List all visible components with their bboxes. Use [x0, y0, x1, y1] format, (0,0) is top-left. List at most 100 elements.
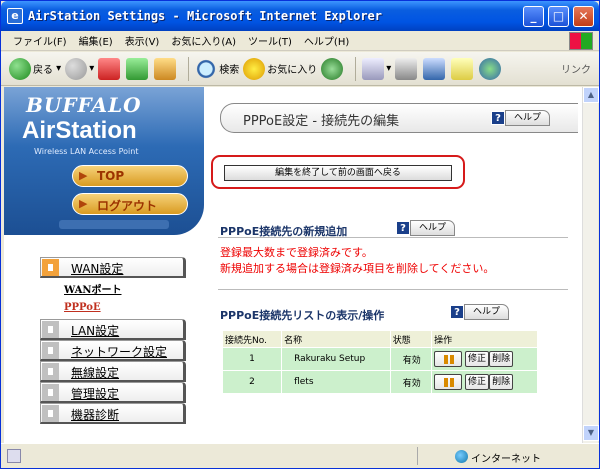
- back-button[interactable]: 戻る ▾: [9, 57, 61, 80]
- links-label[interactable]: リンク: [561, 61, 591, 76]
- printer-icon: [395, 57, 418, 80]
- edit-page-button[interactable]: [423, 57, 447, 80]
- toolbar: 戻る ▾ ▾ 検索 お気に入り ▾: [1, 52, 599, 86]
- minimize-button[interactable]: _: [523, 6, 544, 27]
- ie-icon: e: [7, 8, 23, 24]
- home-button[interactable]: [154, 57, 178, 80]
- sidebar: BUFFALO AirStation Wireless LAN Access P…: [4, 87, 204, 443]
- back-label: 戻る: [33, 65, 53, 76]
- page-title: PPPoE設定 - 接続先の編集: [243, 114, 400, 129]
- stop-button[interactable]: [98, 57, 122, 80]
- row-no: 1: [223, 348, 282, 370]
- menu-bar: ファイル(F) 編集(E) 表示(V) お気に入り(A) ツール(T) ヘルプ(…: [1, 31, 599, 51]
- row-name: Rakuraku Setup: [282, 348, 390, 370]
- menu-help[interactable]: ヘルプ(H): [298, 33, 355, 48]
- top-label: TOP: [97, 169, 125, 183]
- arrow-icon: [42, 384, 59, 401]
- buffalo-logo: BUFFALO: [26, 93, 142, 117]
- menu-favorites[interactable]: お気に入り(A): [165, 33, 242, 48]
- row-status: 有効: [390, 348, 432, 370]
- title-bar[interactable]: e AirStation Settings - Microsoft Intern…: [1, 1, 599, 31]
- arrow-icon: ▶: [79, 169, 88, 182]
- toolbar-separator: [188, 56, 190, 81]
- nav-diagnostics-label: 機器診断: [71, 408, 120, 422]
- arrow-icon: [42, 259, 59, 276]
- nav-wan-label: WAN設定: [71, 262, 124, 276]
- messenger-button[interactable]: [479, 57, 503, 80]
- star-icon: [243, 57, 266, 80]
- menu-edit[interactable]: 編集(E): [73, 33, 119, 48]
- mail-icon: [362, 57, 385, 80]
- discuss-button[interactable]: [451, 57, 475, 80]
- toolbar-separator: [355, 56, 357, 81]
- favorites-button[interactable]: お気に入り: [243, 57, 318, 80]
- logout-button[interactable]: ▶ ログアウト: [72, 193, 188, 215]
- nav-lan[interactable]: LAN設定: [40, 319, 186, 340]
- col-status: 状態: [390, 331, 432, 347]
- print-button[interactable]: [395, 57, 419, 80]
- table-header-row: 接続先No. 名称 状態 操作: [223, 331, 537, 347]
- menu-file[interactable]: ファイル(F): [7, 33, 73, 48]
- main-content: PPPoE設定 - 接続先の編集 ? ヘルプ 編集を終了して前の画面へ戻る PP…: [204, 87, 582, 443]
- menu-tools[interactable]: ツール(T): [242, 33, 298, 48]
- forward-button[interactable]: ▾: [65, 57, 94, 80]
- col-no: 接続先No.: [223, 331, 282, 347]
- col-name: 名称: [282, 331, 390, 347]
- back-to-previous-button[interactable]: 編集を終了して前の画面へ戻る: [224, 165, 452, 181]
- edit-button[interactable]: 修正: [465, 351, 490, 367]
- nav-wan-port[interactable]: WANポート: [64, 281, 122, 296]
- favorites-label: お気に入り: [267, 65, 318, 76]
- help-button[interactable]: ? ヘルプ: [491, 110, 551, 126]
- arrow-icon: [42, 321, 59, 338]
- refresh-button[interactable]: [126, 57, 150, 80]
- mail-button[interactable]: ▾: [362, 57, 391, 80]
- search-button[interactable]: 検索: [195, 57, 239, 80]
- nav-pppoe[interactable]: PPPoE: [64, 302, 101, 313]
- delete-button[interactable]: 削除: [489, 374, 514, 390]
- help-label: ヘルプ: [505, 110, 551, 126]
- messenger-icon: [479, 57, 502, 80]
- menu-view[interactable]: 表示(V): [119, 33, 166, 48]
- scroll-down-icon[interactable]: ▼: [583, 425, 599, 441]
- forward-arrow-icon: [65, 57, 88, 80]
- table-row: 1 Rakuraku Setup 有効 修正 削除: [223, 348, 537, 370]
- help-button[interactable]: ? ヘルプ: [396, 220, 456, 236]
- delete-button[interactable]: 削除: [489, 351, 514, 367]
- history-button[interactable]: [321, 57, 345, 80]
- help-label: ヘルプ: [410, 220, 456, 236]
- arrow-icon: [42, 405, 59, 422]
- nav-wan[interactable]: WAN設定: [40, 257, 186, 278]
- maximize-button[interactable]: □: [548, 6, 569, 27]
- vertical-scrollbar[interactable]: ▲ ▼: [582, 87, 599, 443]
- alert-message-2: 新規追加する場合は登録済み項目を削除してください。: [220, 262, 495, 275]
- pause-button[interactable]: [434, 351, 463, 367]
- top-button[interactable]: ▶ TOP: [72, 165, 188, 187]
- page-header: PPPoE設定 - 接続先の編集 ? ヘルプ: [220, 103, 578, 133]
- row-no: 2: [223, 371, 282, 393]
- history-icon: [321, 57, 344, 80]
- question-icon: ?: [450, 305, 464, 319]
- list-section-title: PPPoE接続先リストの表示/操作: [220, 309, 385, 322]
- help-button[interactable]: ? ヘルプ: [450, 304, 510, 320]
- edit-button[interactable]: 修正: [465, 374, 490, 390]
- section-divider: [218, 289, 568, 290]
- nav-admin[interactable]: 管理設定: [40, 382, 186, 403]
- browser-window: e AirStation Settings - Microsoft Intern…: [0, 0, 600, 469]
- windows-flag-icon: [569, 32, 593, 50]
- help-label: ヘルプ: [464, 304, 510, 320]
- nav-wireless[interactable]: 無線設定: [40, 361, 186, 382]
- scroll-up-icon[interactable]: ▲: [583, 87, 599, 103]
- window-title: AirStation Settings - Microsoft Internet…: [28, 9, 383, 23]
- nav-diagnostics[interactable]: 機器診断: [40, 403, 186, 424]
- status-bar: インターネット: [1, 443, 599, 468]
- page-viewport: BUFFALO AirStation Wireless LAN Access P…: [4, 87, 582, 443]
- arrow-icon: ▶: [79, 197, 88, 210]
- pause-button[interactable]: [434, 374, 463, 390]
- row-actions: 修正 削除: [432, 371, 537, 393]
- search-icon: [195, 57, 218, 80]
- nav-lan-label: LAN設定: [71, 324, 120, 338]
- close-button[interactable]: ✕: [573, 6, 594, 27]
- col-actions: 操作: [432, 331, 537, 347]
- nav-admin-label: 管理設定: [71, 387, 120, 401]
- nav-network[interactable]: ネットワーク設定: [40, 340, 186, 361]
